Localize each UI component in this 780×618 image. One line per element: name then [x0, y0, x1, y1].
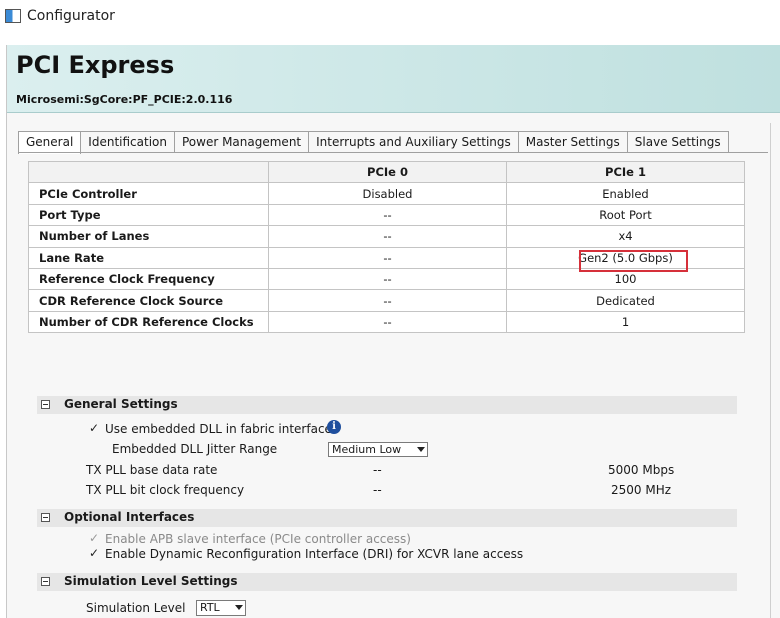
dri-checkbox[interactable] [89, 546, 101, 561]
table-header-row: PCIe 0 PCIe 1 [28, 160, 745, 184]
simulation-level-value: RTL [200, 601, 220, 614]
tab-interrupts-auxiliary[interactable]: Interrupts and Auxiliary Settings [309, 131, 519, 153]
pcie1-value: 1 [506, 310, 745, 334]
column-header-pcie0: PCIe 0 [268, 160, 507, 184]
tab-slave-settings[interactable]: Slave Settings [627, 131, 729, 153]
pcie0-value: -- [268, 267, 507, 291]
pcie1-value: Root Port [506, 203, 745, 227]
info-icon[interactable]: i [327, 420, 341, 434]
row-label: CDR Reference Clock Source [28, 289, 269, 312]
tab-general[interactable]: General [18, 131, 82, 154]
pcie1-value: x4 [506, 225, 745, 248]
table-row: Number of Lanes -- x4 [28, 225, 745, 248]
title-bar: Configurator [0, 0, 780, 34]
use-dll-checkbox[interactable] [89, 421, 101, 436]
pcie0-value: -- [268, 203, 507, 227]
pcie1-value: Dedicated [506, 289, 745, 312]
section-title: Optional Interfaces [64, 510, 195, 524]
pcie0-value: -- [268, 225, 507, 248]
core-header: PCI Express Microsemi:SgCore:PF_PCIE:2.0… [7, 45, 780, 113]
row-label: Number of Lanes [28, 225, 269, 248]
tx-pll-rate-dash: -- [373, 463, 382, 477]
configurator-frame: PCI Express Microsemi:SgCore:PF_PCIE:2.0… [6, 45, 780, 618]
simulation-level-label: Simulation Level [86, 601, 186, 615]
core-title: PCI Express [16, 51, 175, 79]
column-header-pcie1: PCIe 1 [506, 160, 745, 184]
table-row: Number of CDR Reference Clocks -- 1 [28, 310, 745, 334]
apb-slave-label: Enable APB slave interface (PCIe control… [105, 532, 411, 546]
pcie0-value: Disabled [268, 182, 507, 205]
tx-pll-clock-dash: -- [373, 483, 382, 497]
row-label: Port Type [28, 203, 269, 227]
pcie1-value: 100 [506, 267, 745, 291]
pcie0-value: -- [268, 289, 507, 312]
tab-master-settings[interactable]: Master Settings [518, 131, 628, 153]
row-label: PCIe Controller [28, 182, 269, 205]
jitter-range-select[interactable]: Medium Low [328, 442, 428, 457]
tab-power-management[interactable]: Power Management [174, 131, 310, 153]
section-title: General Settings [64, 397, 178, 411]
chevron-down-icon [417, 447, 425, 452]
tx-pll-clock-label: TX PLL bit clock frequency [86, 483, 245, 497]
pcie1-value: Gen2 (5.0 Gbps) [506, 246, 745, 269]
tab-identification[interactable]: Identification [81, 131, 175, 153]
collapse-toggle[interactable] [41, 513, 50, 522]
row-label: Lane Rate [28, 246, 269, 269]
core-vlnv: Microsemi:SgCore:PF_PCIE:2.0.116 [16, 93, 233, 106]
content-area: General Identification Power Management … [7, 113, 780, 618]
section-title: Simulation Level Settings [64, 574, 238, 588]
tx-pll-rate-value: 5000 Mbps [608, 463, 675, 477]
jitter-range-value: Medium Low [332, 443, 402, 456]
chevron-down-icon [235, 605, 243, 610]
tab-bar: General Identification Power Management … [18, 131, 729, 154]
table-row: Reference Clock Frequency -- 100 [28, 267, 745, 291]
pcie0-value: -- [268, 310, 507, 334]
pcie1-value: Enabled [506, 182, 745, 205]
optional-interfaces-section: Optional Interfaces [37, 509, 737, 527]
pcie-summary-table: PCIe 0 PCIe 1 PCIe Controller Disabled E… [28, 160, 745, 334]
tx-pll-clock-value: 2500 MHz [611, 483, 672, 497]
window-title: Configurator [27, 8, 115, 24]
dri-label: Enable Dynamic Reconfiguration Interface… [105, 547, 524, 561]
column-header [28, 160, 269, 184]
simulation-section: Simulation Level Settings [37, 573, 737, 591]
collapse-toggle[interactable] [41, 400, 50, 409]
row-label: Number of CDR Reference Clocks [28, 310, 269, 334]
use-dll-label: Use embedded DLL in fabric interface [105, 422, 332, 436]
row-label: Reference Clock Frequency [28, 267, 269, 291]
jitter-range-label: Embedded DLL Jitter Range [112, 442, 278, 456]
general-settings-section: General Settings [37, 396, 737, 414]
apb-slave-checkbox[interactable] [89, 531, 101, 546]
table-row: PCIe Controller Disabled Enabled [28, 182, 745, 205]
table-row: Port Type -- Root Port [28, 203, 745, 227]
tx-pll-rate-label: TX PLL base data rate [86, 463, 218, 477]
table-row: CDR Reference Clock Source -- Dedicated [28, 289, 745, 312]
collapse-toggle[interactable] [41, 577, 50, 586]
table-row: Lane Rate -- Gen2 (5.0 Gbps) [28, 246, 745, 269]
app-icon [5, 9, 21, 23]
simulation-level-select[interactable]: RTL [196, 600, 246, 616]
pcie0-value: -- [268, 246, 507, 269]
